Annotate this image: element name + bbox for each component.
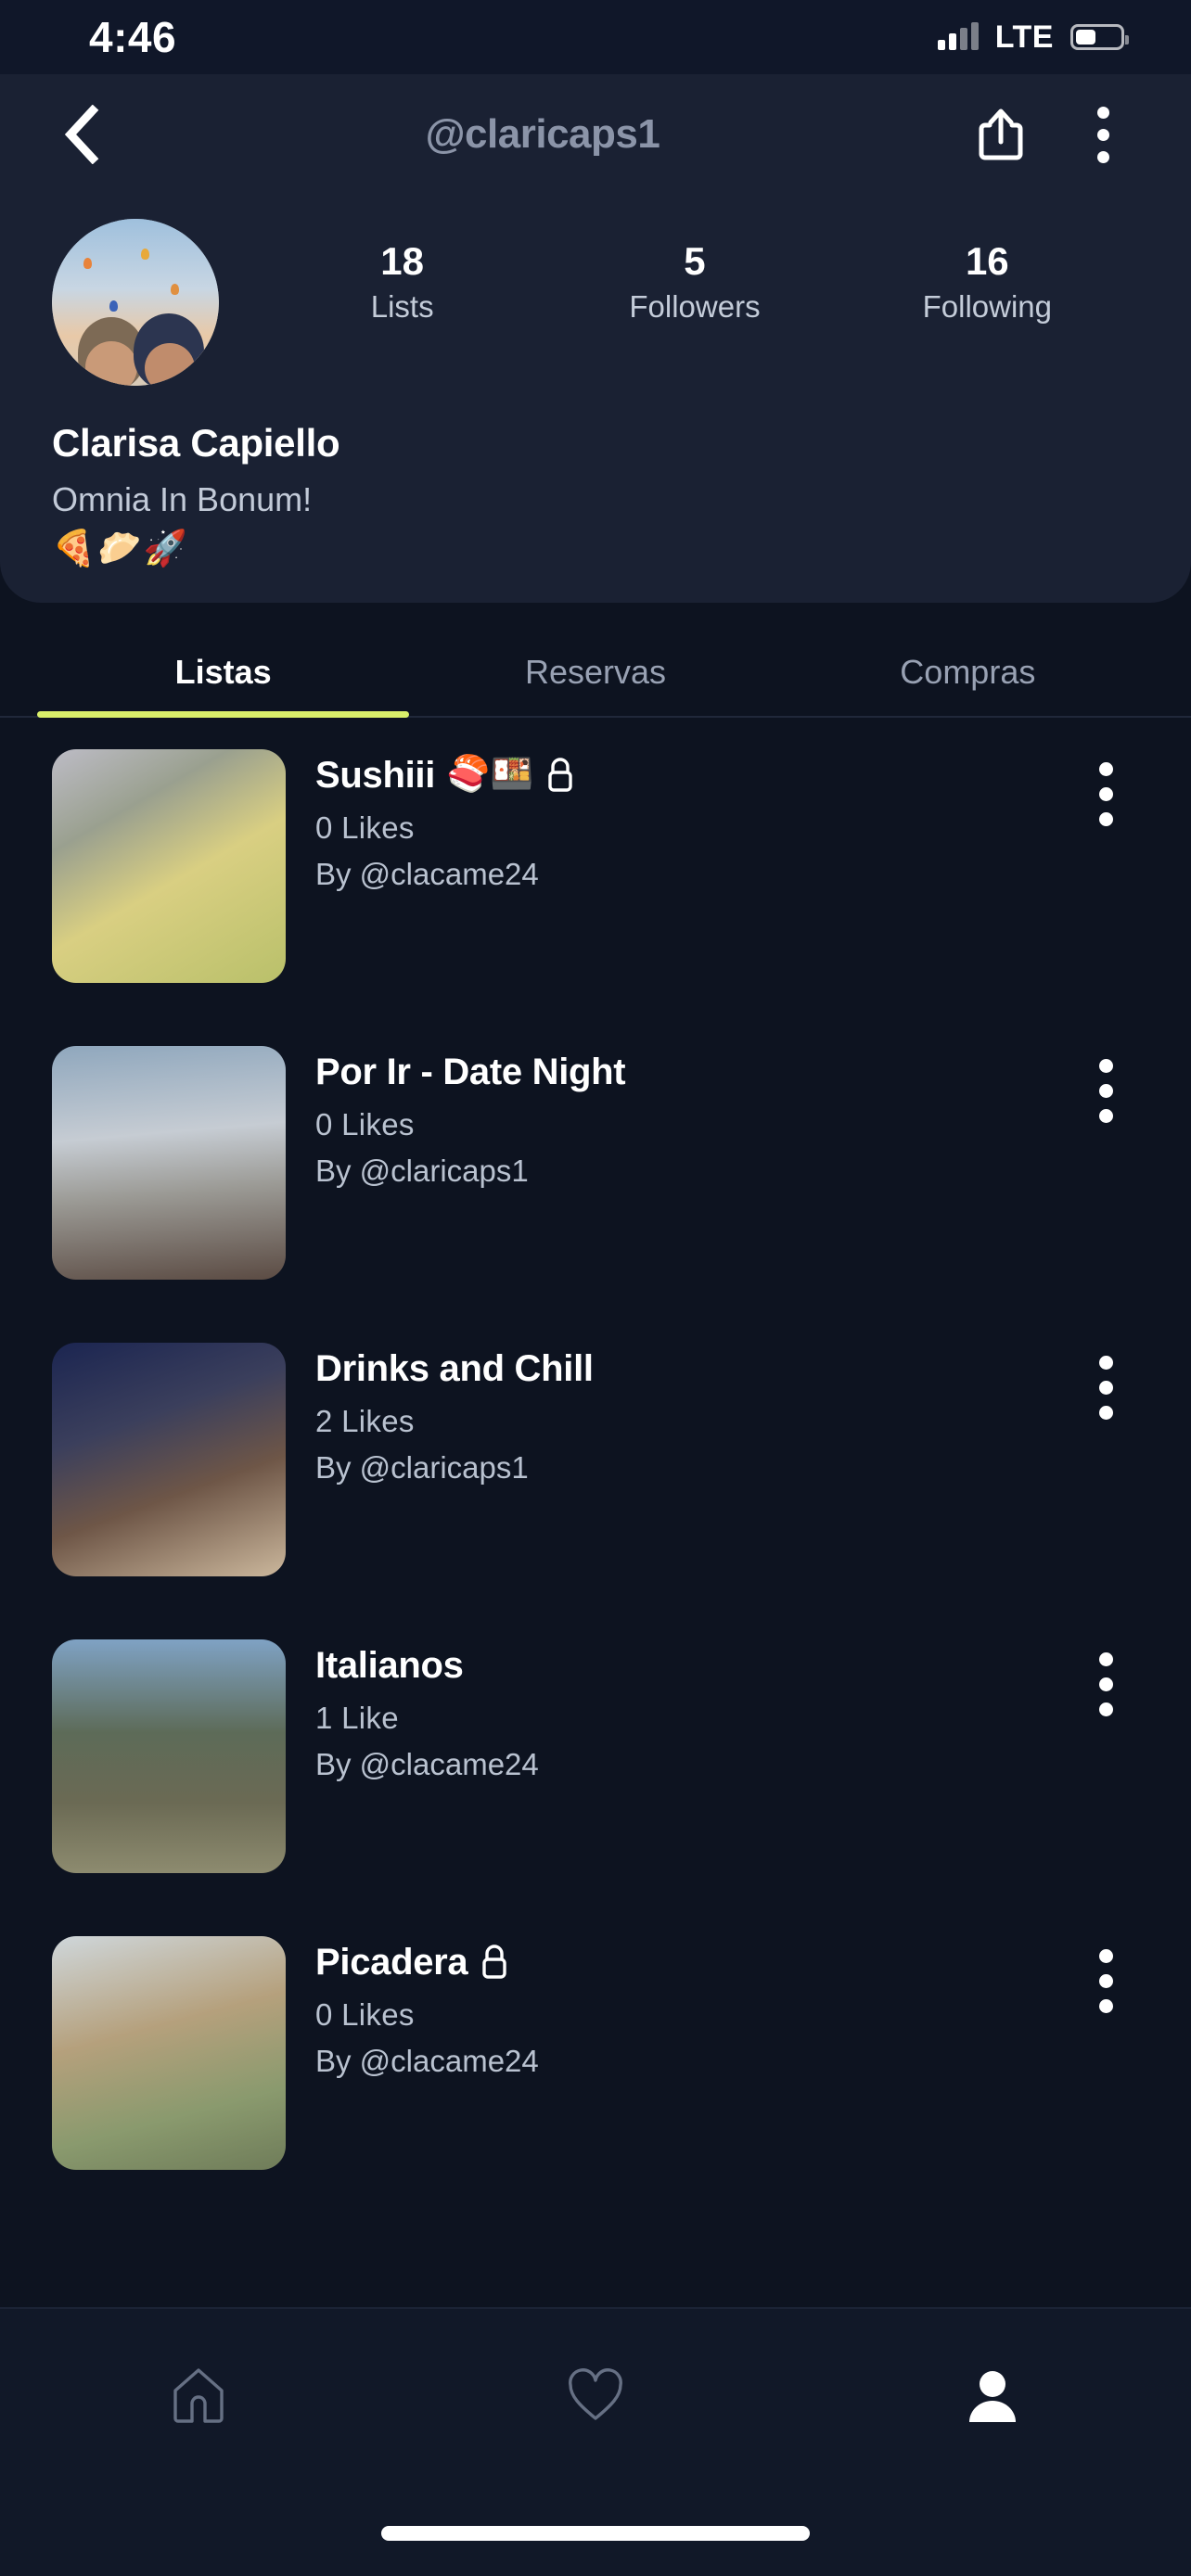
share-icon <box>979 108 1023 160</box>
list-thumbnail-por-ir-date-night <box>52 1046 286 1280</box>
battery-icon <box>1070 24 1129 50</box>
network-type-label: LTE <box>994 19 1054 55</box>
bottom-navigation <box>0 2307 1191 2576</box>
nav-profile[interactable] <box>794 2363 1191 2428</box>
profile-display-name: Clarisa Capiello <box>52 421 340 465</box>
share-button[interactable] <box>970 104 1031 165</box>
list-item-likes: 0 Likes <box>315 810 415 845</box>
list-item-title-row: Italianos <box>315 1643 1061 1688</box>
nav-bar: @claricaps1 <box>0 74 1191 195</box>
list-item-body: Por Ir - Date Night 0 Likes By @claricap… <box>286 1046 1061 1189</box>
list-item-body: Drinks and Chill 2 Likes By @claricaps1 <box>286 1343 1061 1486</box>
list-item-more-button[interactable] <box>1061 1046 1150 1123</box>
list-item-more-button[interactable] <box>1061 1936 1150 2013</box>
list-item-title: Sushiii <box>315 755 436 796</box>
tab-reservas[interactable]: Reservas <box>409 619 781 716</box>
home-icon <box>173 2368 224 2423</box>
profile-bio: Omnia In Bonum! <box>52 480 313 518</box>
list-item-more-button[interactable] <box>1061 749 1150 826</box>
list-item-author: By @clacame24 <box>315 2044 539 2078</box>
profile-handle-title: @claricaps1 <box>115 111 970 158</box>
profile-identity: Clarisa Capiello Omnia In Bonum! 🍕🥟🚀 <box>0 386 1191 569</box>
tab-reservas-label: Reservas <box>524 653 667 691</box>
list-item-body: Sushiii 🍣🍱 0 Likes By @clacame24 <box>286 749 1061 892</box>
profile-stats: 18 Lists 5 Followers 16 Following <box>219 219 1139 330</box>
list-item-body: Picadera 0 Likes By @clacame24 <box>286 1936 1061 2079</box>
status-bar: 4:46 LTE <box>0 0 1191 74</box>
profile-more-button[interactable] <box>1072 104 1133 165</box>
list-item-title-row: Sushiii 🍣🍱 <box>315 753 1061 797</box>
list-item-more-button[interactable] <box>1061 1343 1150 1420</box>
stat-lists-value: 18 <box>380 239 425 283</box>
nav-actions <box>970 104 1143 165</box>
list-item-likes: 2 Likes <box>315 1404 415 1438</box>
list-item-title: Picadera <box>315 1942 468 1983</box>
stat-following-label: Following <box>922 289 1053 325</box>
tab-listas[interactable]: Listas <box>37 619 410 718</box>
list-thumbnail-drinks-and-chill <box>52 1343 286 1576</box>
tab-compras[interactable]: Compras <box>782 619 1154 716</box>
lock-icon <box>479 1943 510 1982</box>
list-item[interactable]: Italianos 1 Like By @clacame24 <box>0 1608 1191 1905</box>
list-item-title-row: Drinks and Chill <box>315 1346 1061 1391</box>
list-item-author: By @clacame24 <box>315 1747 539 1781</box>
list-item-more-button[interactable] <box>1061 1639 1150 1716</box>
list-item-title: Por Ir - Date Night <box>315 1052 626 1092</box>
stat-followers[interactable]: 5 Followers <box>625 239 764 330</box>
list-item-title: Drinks and Chill <box>315 1348 594 1389</box>
list-item-emoji: 🍣🍱 <box>446 755 534 795</box>
tab-compras-label: Compras <box>900 653 1036 691</box>
stat-followers-value: 5 <box>684 239 706 283</box>
list-thumbnail-italianos <box>52 1639 286 1873</box>
stat-followers-label: Followers <box>629 289 761 325</box>
person-icon <box>969 2371 1016 2422</box>
list-thumbnail-sushiii <box>52 749 286 983</box>
profile-card: @claricaps1 18 Lists 5 Followers 16 Foll… <box>0 74 1191 603</box>
kebab-menu-icon <box>1096 106 1109 163</box>
list-item-author: By @clacame24 <box>315 857 539 891</box>
app-screen: 4:46 LTE @claricaps1 18 Lists 5 Follower… <box>0 0 1191 2576</box>
list-item-likes: 1 Like <box>315 1701 399 1735</box>
list-item[interactable]: Drinks and Chill 2 Likes By @claricaps1 <box>0 1311 1191 1608</box>
nav-favorites[interactable] <box>397 2363 794 2428</box>
profile-summary: 18 Lists 5 Followers 16 Following <box>0 195 1191 386</box>
profile-bio-emoji: 🍕🥟🚀 <box>52 529 189 568</box>
list-item[interactable]: Picadera 0 Likes By @clacame24 <box>0 1905 1191 2201</box>
chevron-left-icon <box>64 105 99 164</box>
list-item-author: By @claricaps1 <box>315 1154 529 1188</box>
list-item-title-row: Por Ir - Date Night <box>315 1050 1061 1094</box>
cellular-signal-icon <box>937 22 979 50</box>
stat-lists-label: Lists <box>370 289 434 325</box>
list-item-title: Italianos <box>315 1645 464 1686</box>
profile-handle-text: @claricaps1 <box>425 111 660 157</box>
stat-following[interactable]: 16 Following <box>917 239 1057 330</box>
lock-icon <box>544 756 576 795</box>
list-item-body: Italianos 1 Like By @clacame24 <box>286 1639 1061 1782</box>
home-indicator <box>381 2526 810 2541</box>
heart-icon <box>569 2368 622 2420</box>
stat-lists[interactable]: 18 Lists <box>333 239 472 330</box>
list-item-title-row: Picadera <box>315 1940 1061 1984</box>
list-item-likes: 0 Likes <box>315 1107 415 1141</box>
bottom-scrim <box>0 2266 1191 2307</box>
back-button[interactable] <box>48 101 115 168</box>
list-thumbnail-picadera <box>52 1936 286 2170</box>
list-item[interactable]: Sushiii 🍣🍱 0 Likes By @clacame24 <box>0 718 1191 1014</box>
status-bar-indicators: LTE <box>937 19 1129 56</box>
stat-following-value: 16 <box>965 239 1009 283</box>
status-bar-time: 4:46 <box>89 13 177 61</box>
list-item-likes: 0 Likes <box>315 1997 415 2032</box>
avatar[interactable] <box>52 219 219 386</box>
profile-tabs: Listas Reservas Compras <box>0 619 1191 718</box>
lists-container: Sushiii 🍣🍱 0 Likes By @clacame24 Por Ir … <box>0 718 1191 2201</box>
tab-listas-label: Listas <box>174 653 272 691</box>
list-item[interactable]: Por Ir - Date Night 0 Likes By @claricap… <box>0 1014 1191 1311</box>
list-item-author: By @claricaps1 <box>315 1450 529 1485</box>
nav-home[interactable] <box>0 2363 397 2428</box>
